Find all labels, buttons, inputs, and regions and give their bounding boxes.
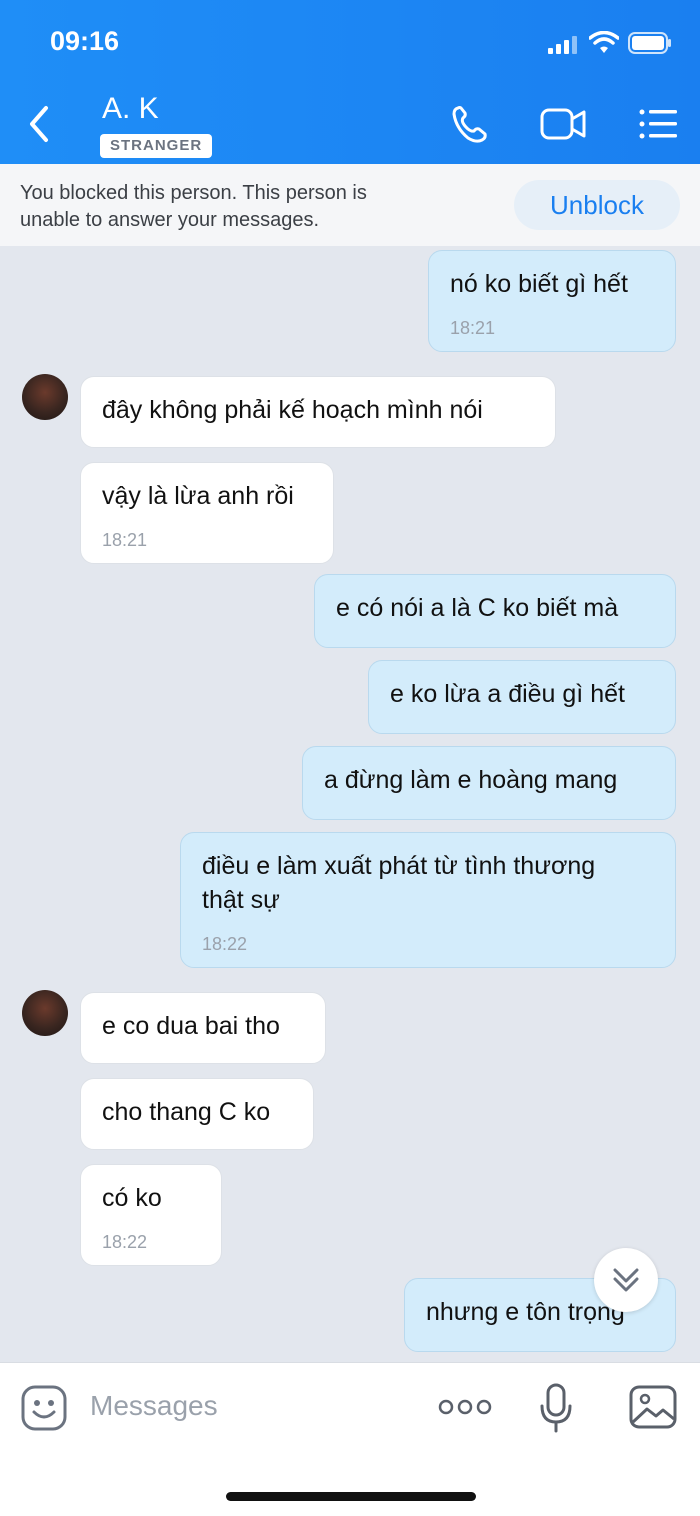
status-bar: 09:16 bbox=[0, 0, 700, 84]
message-text: có ko bbox=[102, 1184, 162, 1212]
chat-header: 09:16 A. K STRANGER bbox=[0, 0, 700, 164]
scroll-to-bottom-button[interactable] bbox=[594, 1248, 658, 1312]
video-call-icon[interactable] bbox=[538, 100, 586, 148]
phone-icon[interactable] bbox=[446, 100, 494, 148]
message-bubble-incoming[interactable]: đây không phải kế hoạch mình nói bbox=[80, 376, 556, 448]
stranger-badge: STRANGER bbox=[100, 134, 213, 158]
sticker-icon[interactable] bbox=[20, 1384, 70, 1434]
message-time: 18:22 bbox=[102, 1232, 148, 1252]
message-input[interactable]: Messages bbox=[90, 1390, 218, 1422]
contact-avatar[interactable] bbox=[22, 990, 68, 1036]
status-time: 09:16 bbox=[50, 26, 120, 56]
unblock-button[interactable]: Unblock bbox=[514, 180, 680, 230]
blocked-banner-line-2: unable to answer your messages. bbox=[20, 209, 320, 231]
message-bubble-outgoing[interactable]: điều e làm xuất phát từ tình thương thật… bbox=[180, 832, 676, 968]
home-indicator bbox=[226, 1492, 476, 1501]
signal-icon bbox=[548, 36, 577, 54]
message-bubble-incoming[interactable]: cho thang C ko bbox=[80, 1078, 314, 1150]
contact-name[interactable]: A. K bbox=[102, 92, 159, 126]
message-bubble-outgoing[interactable]: e có nói a là C ko biết mà bbox=[314, 574, 676, 648]
blocked-banner-text: You blocked this person. This person is … bbox=[20, 180, 460, 234]
message-text-line-1: điều e làm xuất phát từ tình thương bbox=[202, 852, 596, 880]
message-text: e có nói a là C ko biết mà bbox=[336, 594, 619, 622]
message-bubble-outgoing[interactable]: e ko lừa a điều gì hết bbox=[368, 660, 676, 734]
message-time: 18:21 bbox=[450, 318, 496, 338]
message-text: e ko lừa a điều gì hết bbox=[390, 680, 625, 708]
message-text: e co dua bai tho bbox=[102, 1012, 280, 1040]
menu-icon[interactable] bbox=[634, 100, 682, 148]
message-text: đây không phải kế hoạch mình nói bbox=[102, 396, 483, 424]
message-text: cho thang C ko bbox=[102, 1098, 271, 1126]
message-bubble-incoming[interactable]: e co dua bai tho bbox=[80, 992, 326, 1064]
message-time: 18:21 bbox=[102, 530, 148, 550]
message-text: a đừng làm e hoàng mang bbox=[324, 766, 618, 794]
battery-icon bbox=[628, 32, 671, 54]
more-icon[interactable] bbox=[438, 1396, 492, 1418]
message-text: vậy là lừa anh rồi bbox=[102, 482, 294, 510]
microphone-icon[interactable] bbox=[538, 1382, 574, 1434]
image-icon[interactable] bbox=[628, 1384, 678, 1430]
message-bubble-outgoing[interactable]: a đừng làm e hoàng mang bbox=[302, 746, 676, 820]
message-text: nó ko biết gì hết bbox=[450, 270, 628, 298]
message-text-line-2: thật sự bbox=[202, 886, 280, 914]
wifi-icon bbox=[589, 31, 619, 53]
blocked-banner-line-1: You blocked this person. This person is bbox=[20, 182, 367, 204]
message-time: 18:22 bbox=[202, 934, 248, 954]
contact-avatar[interactable] bbox=[22, 374, 68, 420]
double-chevron-down-icon bbox=[613, 1268, 639, 1292]
back-icon[interactable] bbox=[24, 104, 56, 144]
